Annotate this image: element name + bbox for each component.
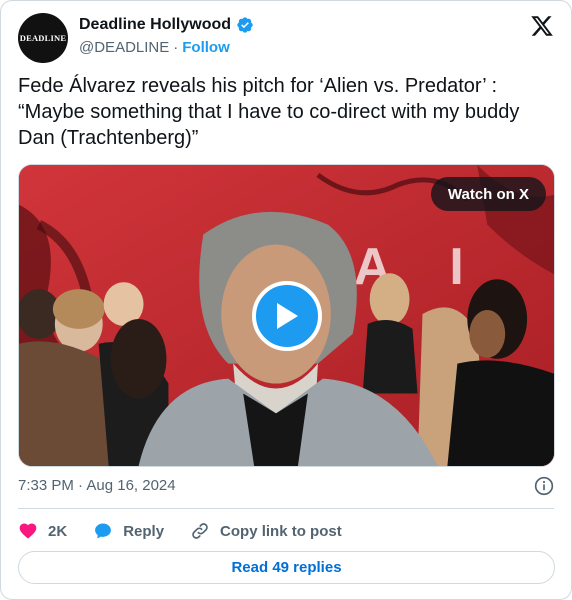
avatar-logo-text: DEADLINE <box>19 33 67 43</box>
video-thumbnail[interactable]: A I Watch on X <box>18 164 555 467</box>
svg-text:I: I <box>449 237 463 295</box>
reply-bubble-icon <box>95 523 112 539</box>
author-name-row: Deadline Hollywood <box>79 16 254 34</box>
author-handle[interactable]: @DEADLINE <box>79 39 169 56</box>
like-count: 2K <box>48 522 68 540</box>
divider <box>18 508 554 509</box>
author-display-name[interactable]: Deadline Hollywood <box>79 16 231 34</box>
author-handle-row: @DEADLINE · Follow <box>79 39 230 56</box>
reply-label: Reply <box>123 522 165 540</box>
handle-separator: · <box>173 39 179 56</box>
post-timestamp[interactable]: 7:33 PM · Aug 16, 2024 <box>18 477 176 494</box>
reply-button[interactable]: Reply <box>93 521 164 541</box>
heart-icon <box>19 523 37 539</box>
play-icon <box>277 303 298 329</box>
author-avatar[interactable]: DEADLINE <box>18 13 68 63</box>
like-button[interactable]: 2K <box>18 521 67 541</box>
copy-link-label: Copy link to post <box>220 522 342 540</box>
play-button[interactable] <box>252 281 322 351</box>
x-logo-icon[interactable] <box>530 14 554 38</box>
copy-link-button[interactable]: Copy link to post <box>190 521 342 541</box>
follow-link[interactable]: Follow <box>182 39 230 56</box>
watch-on-x-button[interactable]: Watch on X <box>430 177 546 211</box>
post-actions: 2K Reply Copy link to post <box>18 519 368 543</box>
embedded-post-card: DEADLINE Deadline Hollywood @DEADLINE · … <box>0 0 572 600</box>
link-icon <box>192 523 208 539</box>
post-text: Fede Álvarez reveals his pitch for ‘Alie… <box>18 75 520 149</box>
info-icon[interactable] <box>534 476 554 496</box>
verified-badge-icon <box>237 17 253 33</box>
read-replies-button[interactable]: Read 49 replies <box>18 551 555 584</box>
